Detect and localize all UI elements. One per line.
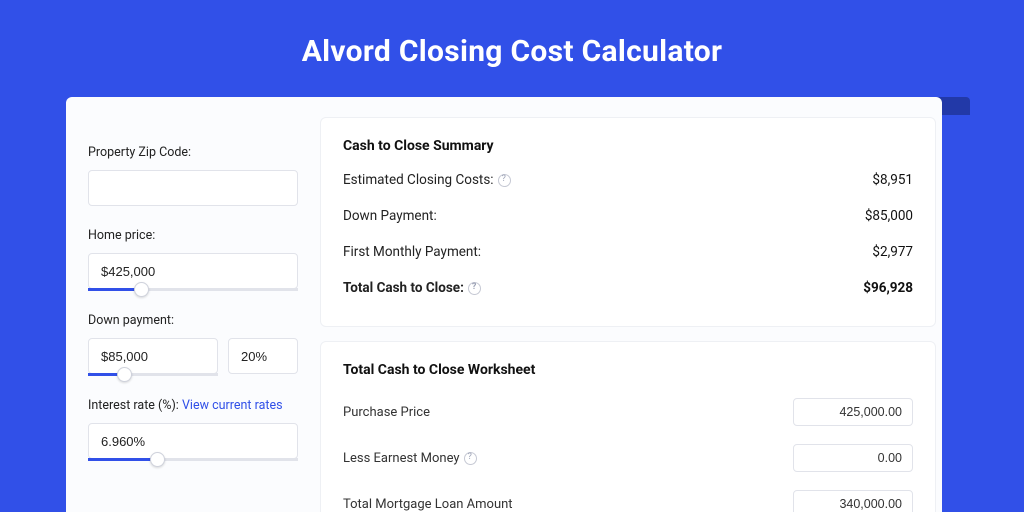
summary-row: First Monthly Payment: $2,977 <box>343 244 913 260</box>
down-payment-label: Down payment: <box>88 313 298 328</box>
home-price-input[interactable] <box>88 253 298 289</box>
worksheet-box: Total Cash to Close Worksheet Purchase P… <box>320 341 936 512</box>
worksheet-row-input[interactable] <box>793 444 913 472</box>
down-payment-slider[interactable] <box>88 373 218 376</box>
home-price-slider-thumb[interactable] <box>134 282 149 297</box>
help-icon[interactable] <box>498 174 511 187</box>
down-payment-input[interactable] <box>88 338 218 374</box>
worksheet-row: Less Earnest Money <box>343 444 913 472</box>
summary-row: Estimated Closing Costs: $8,951 <box>343 172 913 188</box>
home-price-label: Home price: <box>88 228 298 243</box>
summary-row-value: $96,928 <box>863 280 913 296</box>
down-payment-pct-input[interactable] <box>228 338 298 374</box>
summary-row-value: $85,000 <box>865 208 913 224</box>
worksheet-row-input[interactable] <box>793 398 913 426</box>
summary-row: Total Cash to Close: $96,928 <box>343 280 913 296</box>
interest-label-row: Interest rate (%): View current rates <box>88 398 298 413</box>
worksheet-row: Total Mortgage Loan Amount <box>343 490 913 512</box>
home-price-slider-fill <box>88 288 141 291</box>
help-icon[interactable] <box>468 282 481 295</box>
summary-box: Cash to Close Summary Estimated Closing … <box>320 117 936 327</box>
worksheet-row-label: Less Earnest Money <box>343 451 477 466</box>
down-payment-slider-thumb[interactable] <box>117 367 132 382</box>
worksheet-row: Purchase Price <box>343 398 913 426</box>
interest-slider-thumb[interactable] <box>150 452 165 467</box>
summary-row: Down Payment: $85,000 <box>343 208 913 224</box>
summary-row-label: Total Cash to Close: <box>343 280 481 296</box>
summary-title: Cash to Close Summary <box>343 138 913 154</box>
worksheet-title: Total Cash to Close Worksheet <box>343 362 913 378</box>
worksheet-row-label: Purchase Price <box>343 405 430 420</box>
results-panel: Cash to Close Summary Estimated Closing … <box>316 111 942 512</box>
view-rates-link[interactable]: View current rates <box>182 398 283 413</box>
interest-slider-fill <box>88 458 157 461</box>
summary-row-value: $2,977 <box>872 244 913 260</box>
zip-label: Property Zip Code: <box>88 145 298 160</box>
worksheet-row-input[interactable] <box>793 490 913 512</box>
interest-slider[interactable] <box>88 458 298 461</box>
zip-input[interactable] <box>88 170 298 206</box>
help-icon[interactable] <box>464 452 477 465</box>
summary-row-label: Estimated Closing Costs: <box>343 172 511 188</box>
summary-row-label: Down Payment: <box>343 208 437 224</box>
home-price-slider[interactable] <box>88 288 298 291</box>
inputs-panel: Property Zip Code: Home price: Down paym… <box>66 111 316 512</box>
worksheet-row-label: Total Mortgage Loan Amount <box>343 497 513 512</box>
calculator-card: Property Zip Code: Home price: Down paym… <box>66 97 942 512</box>
summary-row-label: First Monthly Payment: <box>343 244 481 260</box>
summary-row-value: $8,951 <box>872 172 913 188</box>
interest-input[interactable] <box>88 423 298 459</box>
interest-label: Interest rate (%): <box>88 398 179 413</box>
page-title: Alvord Closing Cost Calculator <box>0 0 1024 97</box>
